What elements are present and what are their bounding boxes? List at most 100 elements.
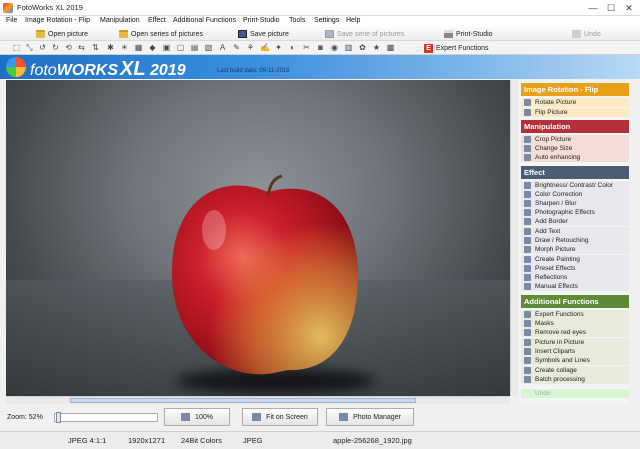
undo-label: Undo [584,30,601,38]
sharpen-icon[interactable]: ◆ [148,43,157,52]
zoom-100-button[interactable]: 100% [164,408,230,426]
window-title: FotoWorks XL 2019 [17,3,83,12]
flip-icon[interactable]: ⇆ [77,43,86,52]
horizontal-scrollbar[interactable] [6,396,510,404]
collage-icon[interactable]: ▩ [386,43,395,52]
preset-icon[interactable]: ✦ [274,43,283,52]
symbol-icon[interactable]: ★ [372,43,381,52]
panel-preset-effects[interactable]: Preset Effects [521,264,629,273]
save-picture-button[interactable]: Save picture [238,28,289,40]
horizontal-scroll-thumb[interactable] [70,398,416,403]
panel-color-correction[interactable]: Color Correction [521,190,629,199]
menu-help[interactable]: Help [346,17,360,24]
panel-masks[interactable]: Masks [521,319,629,328]
morph-icon[interactable]: ⚘ [246,43,255,52]
panel-add-border[interactable]: Add Border [521,217,629,226]
panel-crop-picture[interactable]: Crop Picture [521,135,629,144]
rotate-right-icon[interactable]: ↻ [51,43,60,52]
panel-sharpen-blur[interactable]: Sharpen / Blur [521,199,629,208]
open-series-button[interactable]: Open series of pictures [119,28,203,40]
status-type: JPEG [243,436,263,445]
clipart-icon[interactable]: ✿ [358,43,367,52]
reflection-icon[interactable]: ◐ [288,43,297,52]
photo-effect-icon[interactable]: ▣ [162,43,171,52]
close-button[interactable]: ✕ [622,2,636,14]
red-eye-icon[interactable]: ◉ [330,43,339,52]
enhance-icon[interactable]: ✱ [106,43,115,52]
border-icon[interactable]: ▢ [176,43,185,52]
folder-icon [119,30,128,38]
expert-functions-label: Expert Functions [436,44,489,52]
save-picture-label: Save picture [250,30,289,38]
frame-icon[interactable]: ▤ [190,43,199,52]
status-colors: 24Bit Colors [181,436,222,445]
panel-auto-enhancing[interactable]: Auto enhancing [521,153,629,162]
section-additional-functions: Additional Functions [521,295,629,308]
image-icon[interactable]: ▧ [204,43,213,52]
crop-icon[interactable]: ⬚ [12,43,21,52]
image-canvas[interactable] [6,80,510,396]
panel-brightness[interactable]: Brightness/ Contrast/ Color [521,181,629,190]
panel-insert-cliparts[interactable]: Insert Cliparts [521,347,629,356]
flip-vertical-icon[interactable]: ⇅ [91,43,100,52]
tools-toolbar: ⬚ ⤡ ↺ ↻ ⟲ ⇆ ⇅ ✱ ☀ ▦ ◆ ▣ ▢ ▤ ▧ A ✎ ⚘ ✍ ✦ … [0,41,640,55]
picture-in-picture-icon[interactable]: ▥ [344,43,353,52]
expert-functions-button[interactable]: E Expert Functions [424,42,489,54]
section-effect: Effect [521,166,629,179]
menu-additional-functions[interactable]: Additional Functions [173,17,236,24]
zoom-label: Zoom: 52% [7,414,43,421]
brightness-icon[interactable]: ☀ [120,43,129,52]
draw-icon[interactable]: ✎ [232,43,241,52]
panel-create-collage[interactable]: Create collage [521,366,629,375]
panel-morph-picture[interactable]: Morph Picture [521,245,629,254]
function-panel: Image Rotation - Flip Rotate Picture Fli… [519,82,629,404]
menu-settings[interactable]: Settings [314,17,339,24]
menu-image-rotation[interactable]: Image Rotation - Flip [25,17,90,24]
mask-icon[interactable]: ◙ [316,43,325,52]
panel-symbols-lines[interactable]: Symbols and Lines [521,356,629,365]
photo-manager-button[interactable]: Photo Manager [326,408,414,426]
open-picture-button[interactable]: Open picture [36,28,88,40]
manual-effect-icon[interactable]: ✂ [302,43,311,52]
panel-expert-functions[interactable]: Expert Functions [521,310,629,319]
panel-rotate-picture[interactable]: Rotate Picture [521,98,629,107]
panel-add-text[interactable]: Add Text [521,227,629,236]
panel-draw-retouching[interactable]: Draw / Retouching [521,236,629,245]
zoom-slider-knob[interactable] [56,412,61,423]
panel-photographic-effects[interactable]: Photographic Effects [521,208,629,217]
menu-manipulation[interactable]: Manipulation [100,17,140,24]
panel-undo-button[interactable]: Undo [521,389,629,398]
panel-picture-in-picture[interactable]: Picture in Picture [521,338,629,347]
panel-remove-red-eyes[interactable]: Remove red eyes [521,328,629,337]
menu-bar: File Image Rotation - Flip Manipulation … [0,16,640,27]
status-dimensions: 1920x1271 [128,436,166,445]
maximize-button[interactable]: ☐ [604,2,618,14]
panel-change-size[interactable]: Change Size [521,144,629,153]
panel-batch-processing[interactable]: Batch processing [521,375,629,384]
fit-on-screen-label: Fit on Screen [266,413,308,421]
zoom-slider[interactable] [54,412,158,423]
panel-create-painting[interactable]: Create Painting [521,255,629,264]
photo-manager-icon [339,413,349,421]
vertical-scrollbar[interactable] [510,80,518,396]
panel-manual-effects[interactable]: Manual Effects [521,282,629,291]
save-series-button[interactable]: Save serie of pictures [325,28,404,40]
logo-ball-icon [6,57,26,77]
resize-icon[interactable]: ⤡ [25,43,34,52]
rotate-left-icon[interactable]: ↺ [38,43,47,52]
fit-on-screen-button[interactable]: Fit on Screen [242,408,318,426]
minimize-button[interactable]: — [586,2,600,14]
panel-flip-picture[interactable]: Flip Picture [521,108,629,117]
menu-effect[interactable]: Effect [148,17,166,24]
apple-photo [171,174,358,375]
text-icon[interactable]: A [218,43,227,52]
color-icon[interactable]: ▦ [134,43,143,52]
paint-icon[interactable]: ✍ [260,43,270,52]
menu-print-studio[interactable]: Print-Studio [243,17,280,24]
panel-reflections[interactable]: Reflections [521,273,629,282]
print-studio-button[interactable]: Print-Studio [444,28,493,40]
undo-toolbar-button[interactable]: Undo [572,28,601,40]
rotate-icon[interactable]: ⟲ [64,43,73,52]
menu-tools[interactable]: Tools [289,17,305,24]
menu-file[interactable]: File [6,17,17,24]
